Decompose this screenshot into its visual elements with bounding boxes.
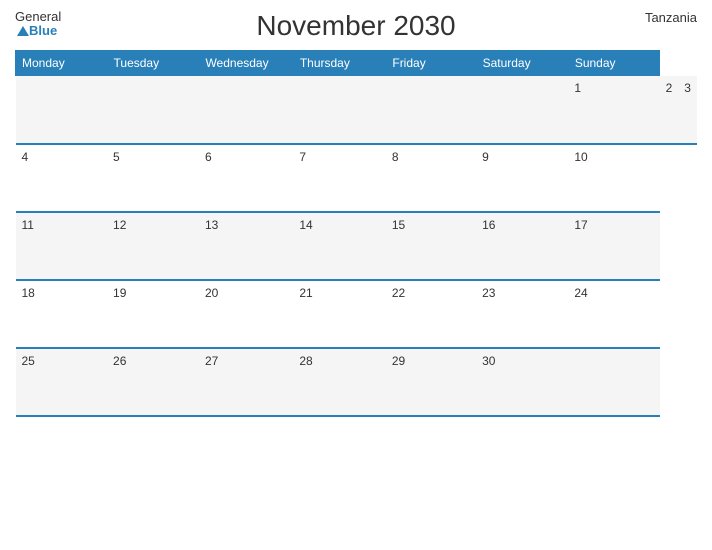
day-number: 18	[22, 286, 35, 300]
day-number: 16	[482, 218, 495, 232]
logo-blue-text: Blue	[29, 24, 57, 38]
day-cell: 24	[568, 280, 659, 348]
calendar-title: November 2030	[256, 10, 455, 42]
day-cell: 6	[199, 144, 293, 212]
day-number: 27	[205, 354, 218, 368]
day-number: 30	[482, 354, 495, 368]
day-cell: 5	[107, 144, 199, 212]
day-number: 24	[574, 286, 587, 300]
day-number: 5	[113, 150, 120, 164]
day-number: 9	[482, 150, 489, 164]
day-number: 4	[22, 150, 29, 164]
day-cell: 17	[568, 212, 659, 280]
day-number: 22	[392, 286, 405, 300]
empty-day-cell	[107, 76, 199, 144]
logo-triangle-icon	[17, 26, 29, 36]
day-cell: 25	[16, 348, 108, 416]
calendar-header: General Blue November 2030 Tanzania	[15, 10, 697, 42]
day-number: 15	[392, 218, 405, 232]
day-number: 26	[113, 354, 126, 368]
calendar-week-row: 11 12 13 14 15 16 17	[16, 212, 698, 280]
empty-day-cell	[16, 76, 108, 144]
day-number: 7	[299, 150, 306, 164]
day-cell: 13	[199, 212, 293, 280]
day-number: 2	[666, 81, 673, 95]
day-number: 14	[299, 218, 312, 232]
header-sunday: Sunday	[568, 51, 659, 76]
country-label: Tanzania	[645, 10, 697, 25]
day-number: 25	[22, 354, 35, 368]
day-cell: 29	[386, 348, 476, 416]
day-number: 10	[574, 150, 587, 164]
day-cell: 9	[476, 144, 568, 212]
header-saturday: Saturday	[476, 51, 568, 76]
day-cell: 12	[107, 212, 199, 280]
header-monday: Monday	[16, 51, 108, 76]
day-cell: 18	[16, 280, 108, 348]
day-cell: 2	[660, 76, 679, 144]
day-cell: 27	[199, 348, 293, 416]
day-cell: 3	[678, 76, 697, 144]
day-number: 11	[22, 218, 34, 232]
day-cell: 1	[568, 76, 659, 144]
header-tuesday: Tuesday	[107, 51, 199, 76]
day-cell: 16	[476, 212, 568, 280]
day-cell	[293, 76, 386, 144]
day-cell	[476, 76, 568, 144]
day-cell: 30	[476, 348, 568, 416]
day-number: 8	[392, 150, 399, 164]
day-cell: 20	[199, 280, 293, 348]
header-friday: Friday	[386, 51, 476, 76]
day-cell: 7	[293, 144, 386, 212]
day-cell: 11	[16, 212, 108, 280]
day-number: 13	[205, 218, 218, 232]
day-cell: 19	[107, 280, 199, 348]
day-number: 21	[299, 286, 312, 300]
day-number: 1	[574, 81, 581, 95]
day-cell: 28	[293, 348, 386, 416]
day-cell: 8	[386, 144, 476, 212]
day-number: 20	[205, 286, 218, 300]
calendar-week-row: 18 19 20 21 22 23 24	[16, 280, 698, 348]
day-number: 3	[684, 81, 691, 95]
day-number: 28	[299, 354, 312, 368]
day-cell: 14	[293, 212, 386, 280]
empty-day-cell	[199, 76, 293, 144]
day-cell	[386, 76, 476, 144]
logo: General Blue	[15, 10, 61, 39]
header-thursday: Thursday	[293, 51, 386, 76]
day-cell: 23	[476, 280, 568, 348]
day-cell: 15	[386, 212, 476, 280]
calendar-week-row: 4 5 6 7 8 9 10	[16, 144, 698, 212]
day-cell: 22	[386, 280, 476, 348]
day-cell: 21	[293, 280, 386, 348]
day-cell: 26	[107, 348, 199, 416]
header-wednesday: Wednesday	[199, 51, 293, 76]
logo-general-text: General	[15, 10, 61, 24]
calendar-container: General Blue November 2030 Tanzania Mond…	[0, 0, 712, 550]
day-cell: 4	[16, 144, 108, 212]
day-number: 17	[574, 218, 587, 232]
day-cell: 10	[568, 144, 659, 212]
day-number: 29	[392, 354, 405, 368]
calendar-week-row: 25 26 27 28 29 30	[16, 348, 698, 416]
calendar-week-row: 1 23	[16, 76, 698, 144]
day-number: 19	[113, 286, 126, 300]
calendar-grid: Monday Tuesday Wednesday Thursday Friday…	[15, 50, 697, 417]
day-number: 12	[113, 218, 126, 232]
day-number: 6	[205, 150, 212, 164]
weekday-header-row: Monday Tuesday Wednesday Thursday Friday…	[16, 51, 698, 76]
day-number: 23	[482, 286, 495, 300]
day-cell	[568, 348, 659, 416]
